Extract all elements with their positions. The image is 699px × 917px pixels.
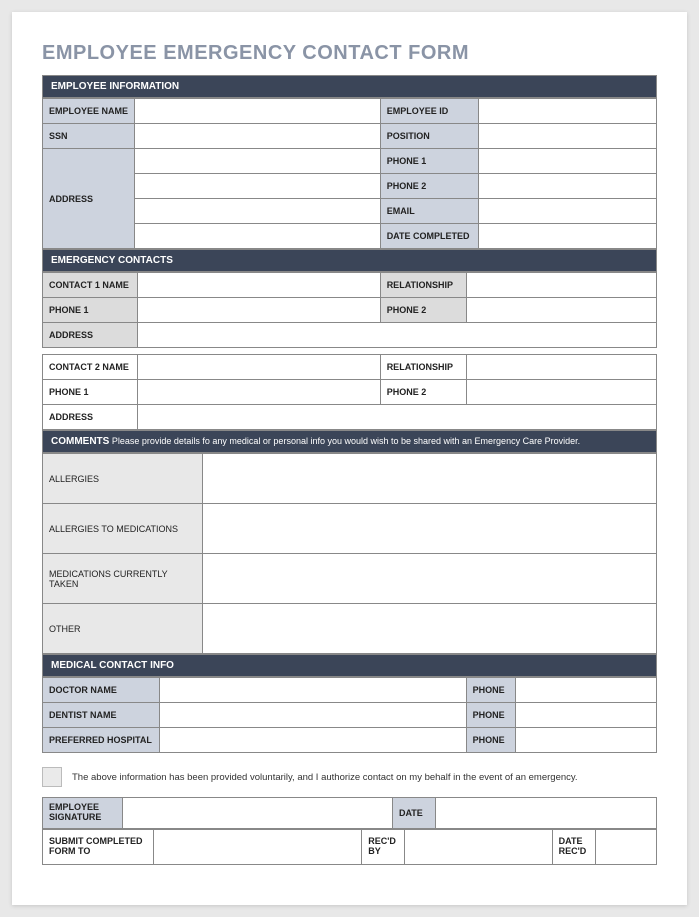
contact1-relationship-label: RELATIONSHIP [380, 273, 466, 298]
sig-date-label: DATE [392, 798, 435, 829]
contact2-address-label: ADDRESS [43, 405, 138, 430]
medications-field[interactable] [202, 554, 656, 604]
sig-date-field[interactable] [435, 798, 656, 829]
address-field-1[interactable] [135, 149, 381, 174]
hospital-phone-field[interactable] [515, 728, 656, 753]
authorization-text: The above information has been provided … [72, 772, 578, 783]
comments-header-text: Please provide details fo any medical or… [109, 436, 580, 446]
doctor-phone-label: PHONE [466, 678, 515, 703]
contact1-phone1-field[interactable] [138, 298, 381, 323]
medical-table: DOCTOR NAME PHONE DENTIST NAME PHONE PRE… [42, 677, 657, 753]
submit-table: SUBMIT COMPLETED FORM TO REC'D BY DATE R… [42, 829, 657, 865]
email-label: EMAIL [380, 199, 478, 224]
comments-table: ALLERGIES ALLERGIES TO MEDICATIONS MEDIC… [42, 453, 657, 654]
dentist-field[interactable] [159, 703, 466, 728]
recd-by-field[interactable] [405, 829, 552, 864]
employee-info-header: EMPLOYEE INFORMATION [42, 75, 657, 98]
employee-id-field[interactable] [478, 99, 656, 124]
contact1-name-field[interactable] [138, 273, 381, 298]
date-recd-field[interactable] [595, 829, 656, 864]
authorization-checkbox[interactable] [42, 767, 62, 787]
dentist-phone-label: PHONE [466, 703, 515, 728]
comments-header: COMMENTS Please provide details fo any m… [42, 430, 657, 453]
doctor-label: DOCTOR NAME [43, 678, 160, 703]
authorization-row: The above information has been provided … [42, 767, 657, 787]
contact1-address-label: ADDRESS [43, 323, 138, 348]
doctor-phone-field[interactable] [515, 678, 656, 703]
phone1-label: PHONE 1 [380, 149, 478, 174]
comments-header-bold: COMMENTS [51, 436, 109, 447]
signature-table: EMPLOYEE SIGNATURE DATE [42, 797, 657, 829]
contact1-phone1-label: PHONE 1 [43, 298, 138, 323]
other-label: OTHER [43, 604, 203, 654]
email-field[interactable] [478, 199, 656, 224]
recd-by-label: REC'D BY [362, 829, 405, 864]
dentist-phone-field[interactable] [515, 703, 656, 728]
contact1-phone2-field[interactable] [466, 298, 656, 323]
contact2-phone1-field[interactable] [138, 380, 381, 405]
employee-info-table: EMPLOYEE NAME EMPLOYEE ID SSN POSITION A… [42, 98, 657, 249]
form-page: EMPLOYEE EMERGENCY CONTACT FORM EMPLOYEE… [12, 12, 687, 905]
emp-signature-field[interactable] [122, 798, 392, 829]
employee-name-label: EMPLOYEE NAME [43, 99, 135, 124]
ssn-field[interactable] [135, 124, 381, 149]
employee-name-field[interactable] [135, 99, 381, 124]
medications-label: MEDICATIONS CURRENTLY TAKEN [43, 554, 203, 604]
contact2-name-label: CONTACT 2 NAME [43, 355, 138, 380]
position-label: POSITION [380, 124, 478, 149]
other-field[interactable] [202, 604, 656, 654]
contact2-relationship-label: RELATIONSHIP [380, 355, 466, 380]
dentist-label: DENTIST NAME [43, 703, 160, 728]
contact1-relationship-field[interactable] [466, 273, 656, 298]
hospital-label: PREFERRED HOSPITAL [43, 728, 160, 753]
address-field-2[interactable] [135, 174, 381, 199]
position-field[interactable] [478, 124, 656, 149]
employee-id-label: EMPLOYEE ID [380, 99, 478, 124]
submit-label: SUBMIT COMPLETED FORM TO [43, 829, 154, 864]
contact1-address-field[interactable] [138, 323, 657, 348]
allergies-med-field[interactable] [202, 504, 656, 554]
contact2-phone2-label: PHONE 2 [380, 380, 466, 405]
contact2-name-field[interactable] [138, 355, 381, 380]
date-completed-label: DATE COMPLETED [380, 224, 478, 249]
phone2-field[interactable] [478, 174, 656, 199]
hospital-phone-label: PHONE [466, 728, 515, 753]
contact2-address-field[interactable] [138, 405, 657, 430]
emergency-header: EMERGENCY CONTACTS [42, 249, 657, 272]
contact2-relationship-field[interactable] [466, 355, 656, 380]
submit-field[interactable] [153, 829, 362, 864]
address-field-3[interactable] [135, 199, 381, 224]
contact1-phone2-label: PHONE 2 [380, 298, 466, 323]
contact2-phone2-field[interactable] [466, 380, 656, 405]
contact1-name-label: CONTACT 1 NAME [43, 273, 138, 298]
doctor-field[interactable] [159, 678, 466, 703]
emergency-table: CONTACT 1 NAME RELATIONSHIP PHONE 1 PHON… [42, 272, 657, 348]
form-title: EMPLOYEE EMERGENCY CONTACT FORM [42, 42, 657, 65]
phone1-field[interactable] [478, 149, 656, 174]
emp-signature-label: EMPLOYEE SIGNATURE [43, 798, 123, 829]
allergies-field[interactable] [202, 454, 656, 504]
date-completed-field[interactable] [478, 224, 656, 249]
hospital-field[interactable] [159, 728, 466, 753]
date-recd-label: DATE REC'D [552, 829, 595, 864]
contact2-phone1-label: PHONE 1 [43, 380, 138, 405]
medical-header: MEDICAL CONTACT INFO [42, 654, 657, 677]
emergency-table-2: CONTACT 2 NAME RELATIONSHIP PHONE 1 PHON… [42, 354, 657, 430]
ssn-label: SSN [43, 124, 135, 149]
phone2-label: PHONE 2 [380, 174, 478, 199]
address-field-4[interactable] [135, 224, 381, 249]
address-label: ADDRESS [43, 149, 135, 249]
allergies-label: ALLERGIES [43, 454, 203, 504]
allergies-med-label: ALLERGIES TO MEDICATIONS [43, 504, 203, 554]
